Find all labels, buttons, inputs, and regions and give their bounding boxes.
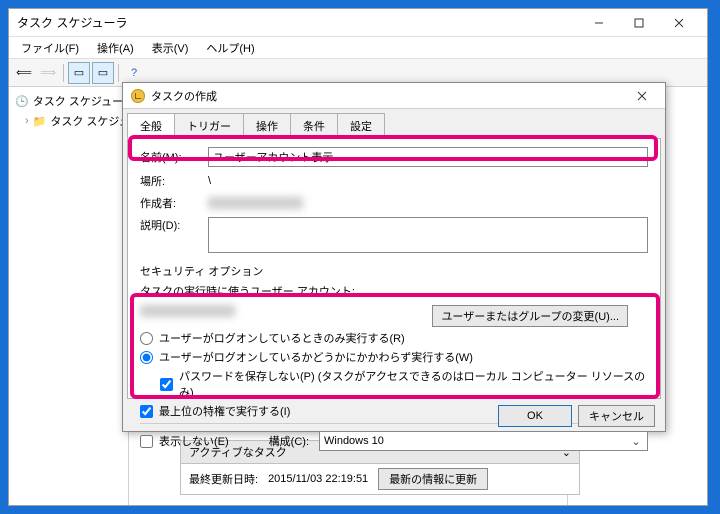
nav-tree: 🕒 タスク スケジューラ (ローカル) › 📁 タスク スケジューラ ライブラリ xyxy=(9,87,129,505)
radio-run-always[interactable] xyxy=(140,351,153,364)
change-user-button[interactable]: ユーザーまたはグループの変更(U)... xyxy=(432,305,628,327)
description-input[interactable] xyxy=(208,217,648,253)
tree-root[interactable]: 🕒 タスク スケジューラ (ローカル) xyxy=(13,91,124,111)
menu-help[interactable]: ヘルプ(H) xyxy=(198,38,262,58)
name-label: 名前(M): xyxy=(140,149,200,165)
back-button[interactable]: ⟸ xyxy=(13,62,35,84)
security-account-value: XXXXXXXXXXXXX xyxy=(140,305,235,317)
description-label: 説明(D): xyxy=(140,217,200,233)
tool-help-icon[interactable]: ? xyxy=(123,62,145,84)
dialog-close-button[interactable] xyxy=(627,86,657,106)
ok-button[interactable]: OK xyxy=(498,405,572,427)
menu-view[interactable]: 表示(V) xyxy=(144,38,197,58)
cancel-button[interactable]: キャンセル xyxy=(578,405,655,427)
check-no-password-label: パスワードを保存しない(P) (タスクがアクセスできるのはローカル コンピュータ… xyxy=(179,368,648,400)
location-value: \ xyxy=(208,175,211,187)
tree-child[interactable]: › 📁 タスク スケジューラ ライブラリ xyxy=(23,111,124,131)
forward-button[interactable]: ⟹ xyxy=(37,62,59,84)
configure-for-combo[interactable]: Windows 10 ⌄ xyxy=(319,431,648,451)
main-titlebar: タスク スケジューラ xyxy=(9,9,707,37)
check-hidden[interactable] xyxy=(140,435,153,448)
author-value: XXXXXXXXXXXXX xyxy=(208,197,303,209)
check-highest-priv-label: 最上位の特権で実行する(I) xyxy=(159,403,290,419)
configure-for-label: 構成(C): xyxy=(269,433,309,449)
general-panel: 名前(M): 場所: \ 作成者: XXXXXXXXXXXXX 説明(D): セ… xyxy=(127,139,661,399)
dialog-title: タスクの作成 xyxy=(151,88,627,104)
radio-logged-on[interactable] xyxy=(140,332,153,345)
location-label: 場所: xyxy=(140,173,200,189)
tab-general[interactable]: 全般 xyxy=(127,113,175,139)
menu-bar: ファイル(F) 操作(A) 表示(V) ヘルプ(H) xyxy=(9,37,707,59)
refresh-button[interactable]: 最新の情報に更新 xyxy=(378,468,488,490)
maximize-button[interactable] xyxy=(619,11,659,35)
close-button[interactable] xyxy=(659,11,699,35)
tab-conditions[interactable]: 条件 xyxy=(290,113,338,138)
check-highest-priv[interactable] xyxy=(140,405,153,418)
tool-pane2-icon[interactable]: ▭ xyxy=(92,62,114,84)
folder-icon: 📁 xyxy=(33,115,47,128)
dialog-titlebar: タスクの作成 xyxy=(123,83,665,109)
tab-actions[interactable]: 操作 xyxy=(243,113,291,138)
tool-pane1-icon[interactable]: ▭ xyxy=(68,62,90,84)
last-update-value: 2015/11/03 22:19:51 xyxy=(268,473,368,485)
configure-for-value: Windows 10 xyxy=(324,435,384,447)
minimize-button[interactable] xyxy=(579,11,619,35)
menu-action[interactable]: 操作(A) xyxy=(89,38,142,58)
chevron-down-icon: ⌄ xyxy=(629,435,643,448)
tab-triggers[interactable]: トリガー xyxy=(174,113,244,138)
main-title: タスク スケジューラ xyxy=(17,14,579,31)
last-update-label: 最終更新日時: xyxy=(189,471,258,487)
clock-icon xyxy=(131,89,145,103)
radio-run-always-label: ユーザーがログオンしているかどうかにかかわらず実行する(W) xyxy=(159,349,473,365)
check-hidden-label: 表示しない(E) xyxy=(159,433,229,449)
tab-settings[interactable]: 設定 xyxy=(337,113,385,138)
tab-strip: 全般 トリガー 操作 条件 設定 xyxy=(127,113,661,139)
clock-icon: 🕒 xyxy=(15,95,29,108)
security-subtitle: タスクの実行時に使うユーザー アカウント: xyxy=(140,283,648,299)
check-no-password[interactable] xyxy=(160,378,173,391)
name-input[interactable] xyxy=(208,147,648,167)
author-label: 作成者: xyxy=(140,195,200,211)
create-task-dialog: タスクの作成 全般 トリガー 操作 条件 設定 名前(M): 場所: \ 作成者… xyxy=(122,82,666,432)
radio-logged-on-label: ユーザーがログオンしているときのみ実行する(R) xyxy=(159,330,405,346)
security-title: セキュリティ オプション xyxy=(140,263,648,279)
menu-file[interactable]: ファイル(F) xyxy=(13,38,87,58)
